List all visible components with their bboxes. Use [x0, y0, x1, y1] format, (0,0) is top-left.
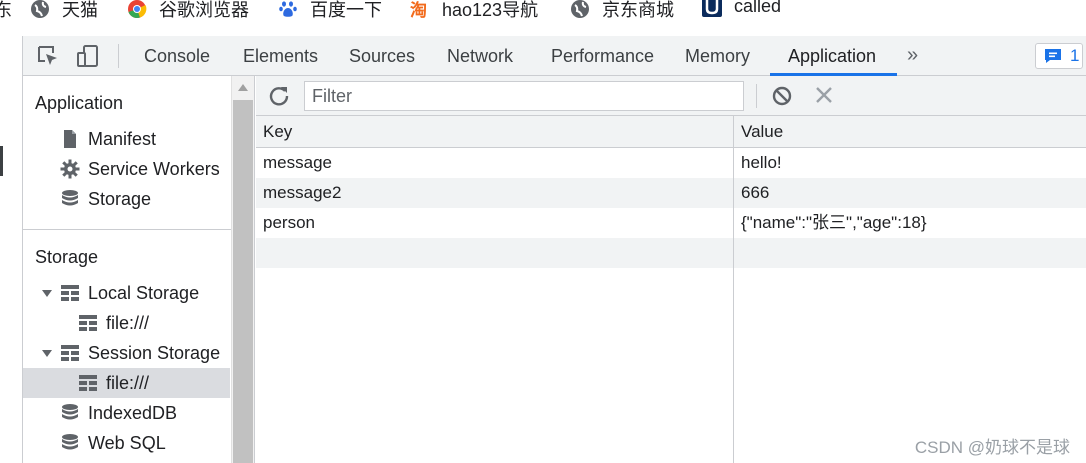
sidebar-divider — [23, 229, 231, 230]
device-toolbar-icon[interactable] — [76, 44, 100, 68]
sidebar-item-local-storage-file[interactable]: file:/// — [78, 308, 149, 338]
triangle-down-icon[interactable] — [42, 348, 52, 358]
baidu-icon — [279, 1, 297, 17]
table-icon — [79, 375, 97, 391]
bookmark-jd[interactable]: 京东商城 — [570, 0, 674, 20]
toolbar-divider — [756, 84, 757, 108]
watermark: CSDN @奶球不是球 — [914, 438, 1070, 457]
filter-input[interactable] — [304, 81, 744, 111]
table-row[interactable]: message hello! — [256, 148, 1086, 178]
svg-text:淘: 淘 — [410, 0, 427, 19]
sidebar-item-label: file:/// — [106, 373, 150, 393]
table-icon — [61, 285, 79, 301]
table-header — [256, 116, 1086, 148]
message-icon — [1045, 49, 1061, 63]
tab-elements[interactable]: Elements — [243, 36, 318, 76]
table-icon — [61, 345, 79, 361]
gear-icon — [60, 159, 80, 179]
file-icon — [64, 130, 76, 148]
sidebar-item-web-sql[interactable]: Web SQL — [60, 428, 166, 458]
database-icon — [62, 434, 78, 450]
table-row[interactable]: person {"name":"张三","age":18} — [256, 208, 1086, 238]
bookmark-label: called — [734, 0, 782, 16]
sidebar-item-service-workers[interactable]: Service Workers — [60, 154, 220, 184]
tab-application[interactable]: Application — [788, 36, 876, 76]
table-icon — [79, 315, 97, 331]
sidebar-item-label: Session Storage — [88, 343, 221, 363]
sidebar-scrollbar[interactable] — [231, 76, 255, 463]
key-cell: message2 — [263, 183, 342, 202]
more-tabs-button[interactable]: » — [907, 36, 918, 76]
devtools-toolbar: Console Elements Sources Network Perform… — [23, 36, 1086, 76]
clear-all-icon[interactable] — [771, 85, 793, 107]
bookmark-label: 京东商城 — [602, 0, 674, 20]
globe-icon — [571, 0, 589, 18]
bookmark-partial[interactable]: 东 — [0, 0, 12, 20]
sidebar-item-manifest[interactable]: Manifest — [60, 124, 156, 154]
sidebar-item-label: IndexedDB — [88, 403, 178, 423]
sidebar-item-indexeddb[interactable]: IndexedDB — [60, 398, 177, 428]
toolbar-divider — [118, 44, 119, 68]
tab-console[interactable]: Console — [144, 36, 210, 76]
browser-window: 东 天猫 谷歌浏览器 百度一下 淘 hao123导航 京东商城 called C… — [0, 0, 1086, 463]
application-sidebar: Application Manifest Service Workers Sto… — [23, 76, 231, 463]
column-header-value[interactable]: Value — [734, 116, 783, 148]
bookmark-label: hao123导航 — [442, 0, 539, 20]
u-logo-icon — [702, 0, 722, 17]
sidebar-item-label: Manifest — [88, 129, 157, 149]
sidebar-item-local-storage[interactable]: Local Storage — [42, 278, 199, 308]
value-cell: {"name":"张三","age":18} — [741, 213, 927, 232]
bookmark-label: 百度一下 — [310, 0, 382, 20]
sidebar-item-storage[interactable]: Storage — [60, 184, 151, 214]
tab-memory[interactable]: Memory — [685, 36, 750, 76]
database-icon — [62, 404, 78, 420]
tab-sources[interactable]: Sources — [349, 36, 415, 76]
bookmark-label: 天猫 — [62, 0, 98, 20]
delete-selected-icon[interactable] — [814, 85, 834, 105]
refresh-icon[interactable] — [268, 85, 290, 107]
page-gutter — [0, 36, 23, 463]
sidebar-header-storage: Storage — [35, 247, 99, 267]
bookmark-baidu[interactable]: 百度一下 — [278, 0, 382, 20]
triangle-down-icon[interactable] — [42, 288, 52, 298]
tab-performance[interactable]: Performance — [551, 36, 654, 76]
sidebar-item-label: Service Workers — [88, 159, 220, 179]
key-cell: person — [263, 213, 315, 232]
value-cell: 666 — [741, 183, 770, 202]
issues-counter-button[interactable]: 1 — [1035, 43, 1083, 69]
table-row-empty[interactable] — [256, 238, 1086, 268]
bookmark-chrome[interactable]: 谷歌浏览器 — [127, 0, 249, 20]
chrome-icon — [128, 0, 147, 19]
column-header-key[interactable]: Key — [256, 116, 292, 148]
bookmark-hao123[interactable]: 淘 hao123导航 — [410, 0, 538, 20]
scrollbar-thumb[interactable] — [233, 100, 253, 463]
inspect-element-icon[interactable] — [36, 44, 60, 68]
issues-count: 1 — [1070, 46, 1080, 65]
bookmark-partial-label: 东 — [0, 0, 12, 20]
sidebar-header-application: Application — [35, 93, 124, 113]
value-cell: hello! — [741, 153, 782, 172]
sidebar-item-label: file:/// — [106, 313, 150, 333]
bookmarks-bar: 东 天猫 谷歌浏览器 百度一下 淘 hao123导航 京东商城 called — [0, 0, 1086, 20]
bookmark-label: 谷歌浏览器 — [159, 0, 249, 20]
bookmark-tmall[interactable]: 天猫 — [30, 0, 98, 20]
tab-network[interactable]: Network — [447, 36, 513, 76]
sidebar-item-label: Web SQL — [88, 433, 166, 453]
table-row[interactable]: message2 666 — [256, 178, 1086, 208]
sidebar-item-label: Storage — [88, 189, 152, 209]
sidebar-item-session-storage[interactable]: Session Storage — [42, 338, 220, 368]
storage-table: Key Value message hello! message2 666 pe… — [256, 116, 1086, 463]
globe-icon — [31, 0, 49, 18]
storage-toolbar — [256, 76, 1086, 116]
sidebar-item-session-storage-file[interactable]: file:/// — [78, 368, 149, 398]
scroll-up-arrow-icon[interactable] — [238, 84, 248, 91]
column-divider — [733, 116, 734, 463]
gutter-marker — [0, 146, 3, 176]
bookmark-called[interactable]: called — [702, 0, 781, 17]
sidebar-item-label: Local Storage — [88, 283, 200, 303]
hao123-icon: 淘 — [410, 0, 427, 19]
database-icon — [62, 190, 78, 206]
key-cell: message — [263, 153, 332, 172]
